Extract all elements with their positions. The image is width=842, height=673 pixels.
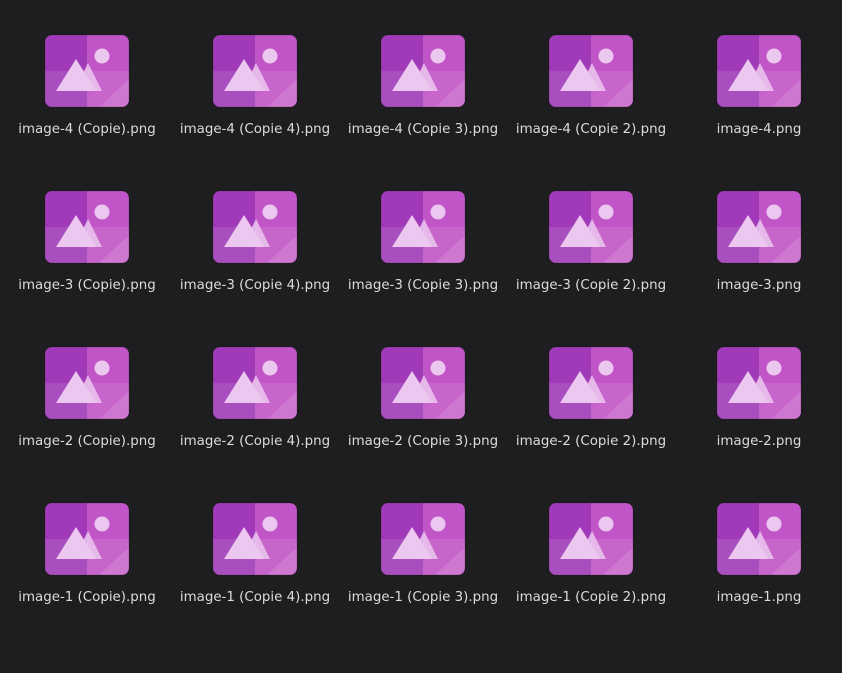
file-item[interactable]: image-3 (Copie 4).png bbox=[171, 190, 339, 340]
image-file-icon[interactable] bbox=[716, 346, 802, 420]
file-item[interactable]: image-3 (Copie).png bbox=[3, 190, 171, 340]
image-file-icon[interactable] bbox=[716, 190, 802, 264]
file-name-label: image-2 (Copie 3).png bbox=[347, 434, 499, 449]
file-name-label: image-1 (Copie 3).png bbox=[347, 590, 499, 605]
file-item[interactable]: image-4.png bbox=[675, 34, 842, 184]
image-file-icon[interactable] bbox=[380, 346, 466, 420]
file-name-label: image-2 (Copie).png bbox=[18, 434, 156, 449]
file-grid: image-4 (Copie).png image-4 (Copie 4).png… bbox=[0, 0, 842, 673]
file-name-label: image-2 (Copie 2).png bbox=[515, 434, 667, 449]
file-name-label: image-4 (Copie 2).png bbox=[515, 122, 667, 137]
image-file-icon[interactable] bbox=[380, 190, 466, 264]
file-item[interactable]: image-1 (Copie 3).png bbox=[339, 502, 507, 652]
file-name-label: image-3.png bbox=[716, 278, 802, 293]
image-file-icon[interactable] bbox=[212, 34, 298, 108]
image-file-icon[interactable] bbox=[44, 34, 130, 108]
file-item[interactable]: image-2 (Copie 2).png bbox=[507, 346, 675, 496]
file-item[interactable]: image-1 (Copie).png bbox=[3, 502, 171, 652]
file-item[interactable]: image-1 (Copie 2).png bbox=[507, 502, 675, 652]
image-file-icon[interactable] bbox=[548, 346, 634, 420]
image-file-icon[interactable] bbox=[44, 190, 130, 264]
file-name-label: image-4 (Copie 3).png bbox=[347, 122, 499, 137]
file-item[interactable]: image-4 (Copie 4).png bbox=[171, 34, 339, 184]
file-name-label: image-3 (Copie 3).png bbox=[347, 278, 499, 293]
image-file-icon[interactable] bbox=[44, 502, 130, 576]
file-item[interactable]: image-2 (Copie 3).png bbox=[339, 346, 507, 496]
file-name-label: image-2.png bbox=[716, 434, 802, 449]
file-item[interactable]: image-1 (Copie 4).png bbox=[171, 502, 339, 652]
image-file-icon[interactable] bbox=[716, 502, 802, 576]
file-item[interactable]: image-2 (Copie 4).png bbox=[171, 346, 339, 496]
file-item[interactable]: image-1.png bbox=[675, 502, 842, 652]
file-item[interactable]: image-2.png bbox=[675, 346, 842, 496]
file-name-label: image-4 (Copie).png bbox=[18, 122, 156, 137]
file-item[interactable]: image-4 (Copie 2).png bbox=[507, 34, 675, 184]
file-name-label: image-3 (Copie 2).png bbox=[515, 278, 667, 293]
file-name-label: image-3 (Copie 4).png bbox=[179, 278, 331, 293]
image-file-icon[interactable] bbox=[212, 190, 298, 264]
file-item[interactable]: image-4 (Copie).png bbox=[3, 34, 171, 184]
image-file-icon[interactable] bbox=[548, 34, 634, 108]
image-file-icon[interactable] bbox=[212, 502, 298, 576]
file-name-label: image-1 (Copie 2).png bbox=[515, 590, 667, 605]
image-file-icon[interactable] bbox=[548, 502, 634, 576]
file-name-label: image-4 (Copie 4).png bbox=[179, 122, 331, 137]
file-item[interactable]: image-3.png bbox=[675, 190, 842, 340]
file-name-label: image-4.png bbox=[716, 122, 802, 137]
image-file-icon[interactable] bbox=[380, 502, 466, 576]
file-item[interactable]: image-4 (Copie 3).png bbox=[339, 34, 507, 184]
file-name-label: image-2 (Copie 4).png bbox=[179, 434, 331, 449]
file-item[interactable]: image-2 (Copie).png bbox=[3, 346, 171, 496]
file-name-label: image-3 (Copie).png bbox=[18, 278, 156, 293]
image-file-icon[interactable] bbox=[548, 190, 634, 264]
image-file-icon[interactable] bbox=[212, 346, 298, 420]
file-item[interactable]: image-3 (Copie 2).png bbox=[507, 190, 675, 340]
image-file-icon[interactable] bbox=[44, 346, 130, 420]
file-name-label: image-1.png bbox=[716, 590, 802, 605]
file-name-label: image-1 (Copie).png bbox=[18, 590, 156, 605]
file-name-label: image-1 (Copie 4).png bbox=[179, 590, 331, 605]
image-file-icon[interactable] bbox=[716, 34, 802, 108]
file-item[interactable]: image-3 (Copie 3).png bbox=[339, 190, 507, 340]
image-file-icon[interactable] bbox=[380, 34, 466, 108]
